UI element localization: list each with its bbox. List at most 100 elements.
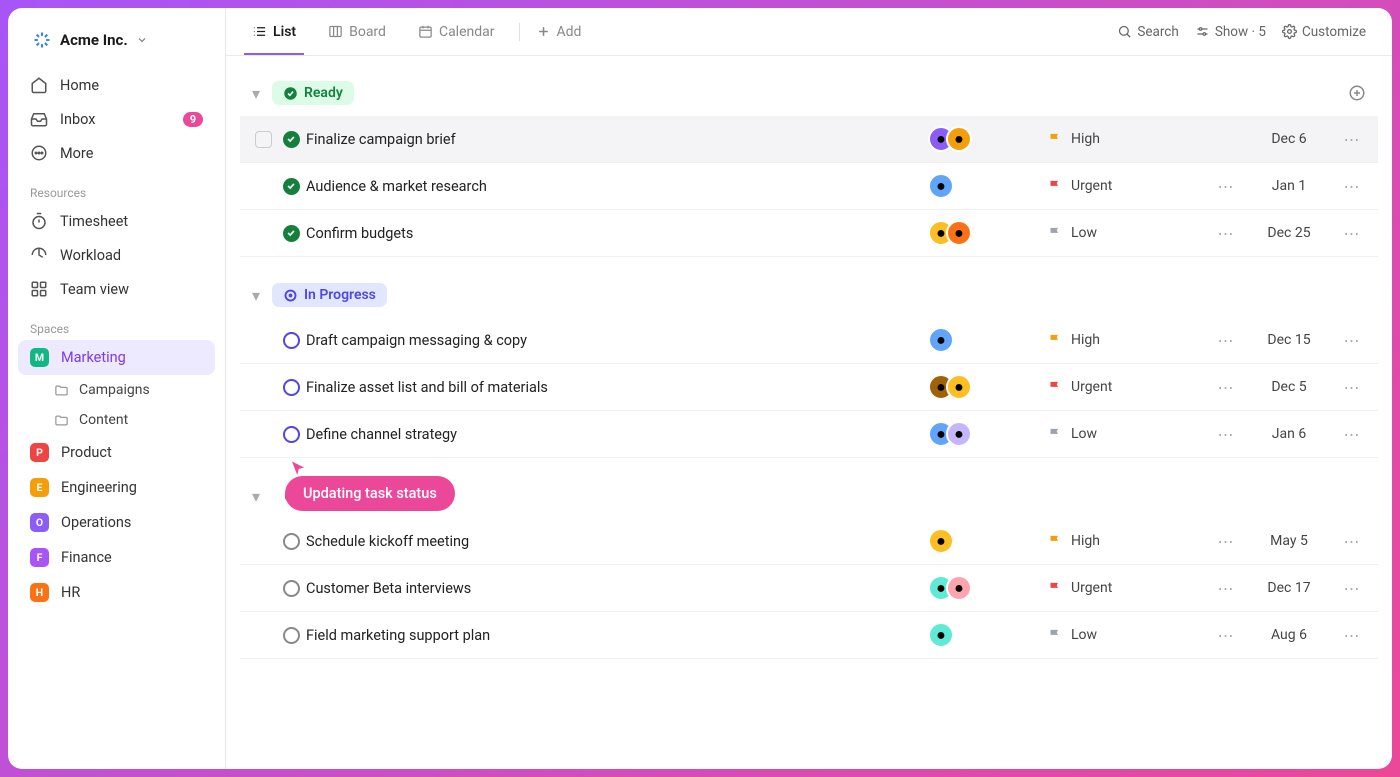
nav-timesheet[interactable]: Timesheet bbox=[18, 204, 215, 238]
priority-cell[interactable]: Urgent bbox=[1048, 379, 1208, 395]
space-finance[interactable]: FFinance bbox=[18, 540, 215, 575]
more-options[interactable]: ⋯ bbox=[1208, 331, 1244, 350]
assignees[interactable]: ●● bbox=[928, 126, 972, 152]
due-date[interactable]: May 5 bbox=[1244, 533, 1334, 549]
avatar[interactable]: ● bbox=[946, 421, 972, 447]
more-options[interactable]: ⋯ bbox=[1208, 224, 1244, 243]
status-todo-icon[interactable] bbox=[283, 533, 300, 550]
space-operations[interactable]: OOperations bbox=[18, 505, 215, 540]
status-todo-icon[interactable] bbox=[283, 627, 300, 644]
assignees[interactable]: ●● bbox=[928, 575, 972, 601]
space-marketing[interactable]: MMarketing bbox=[18, 340, 215, 375]
view-tab-board[interactable]: Board bbox=[320, 10, 394, 54]
status-progress-icon[interactable] bbox=[283, 426, 300, 443]
row-menu[interactable]: ⋯ bbox=[1334, 177, 1370, 196]
nav-teamview[interactable]: Team view bbox=[18, 272, 215, 306]
row-menu[interactable]: ⋯ bbox=[1334, 378, 1370, 397]
nav-more[interactable]: More bbox=[18, 136, 215, 170]
avatar[interactable]: ● bbox=[946, 374, 972, 400]
row-menu[interactable]: ⋯ bbox=[1334, 579, 1370, 598]
status-done-icon[interactable] bbox=[283, 225, 300, 242]
avatar[interactable]: ● bbox=[946, 575, 972, 601]
group-header[interactable]: ▾ In Progress bbox=[240, 277, 1378, 313]
row-menu[interactable]: ⋯ bbox=[1334, 331, 1370, 350]
more-options[interactable]: ⋯ bbox=[1208, 177, 1244, 196]
status-progress-icon[interactable] bbox=[283, 379, 300, 396]
view-tab-calendar[interactable]: Calendar bbox=[410, 10, 503, 54]
org-selector[interactable]: Acme Inc. bbox=[16, 22, 217, 58]
assignees[interactable]: ● bbox=[928, 528, 954, 554]
due-date[interactable]: Dec 17 bbox=[1244, 580, 1334, 596]
status-done-icon[interactable] bbox=[283, 178, 300, 195]
add-task-icon[interactable] bbox=[1344, 80, 1370, 106]
space-sub-campaigns[interactable]: Campaigns bbox=[18, 375, 215, 405]
space-hr[interactable]: HHR bbox=[18, 575, 215, 610]
space-engineering[interactable]: EEngineering bbox=[18, 470, 215, 505]
row-menu[interactable]: ⋯ bbox=[1334, 130, 1370, 149]
caret-down-icon[interactable]: ▾ bbox=[248, 487, 264, 506]
task-row[interactable]: Field marketing support plan ● Low ⋯ Aug… bbox=[240, 612, 1378, 659]
due-date[interactable]: Jan 1 bbox=[1244, 178, 1334, 194]
topbar-customize[interactable]: Customize bbox=[1274, 18, 1374, 46]
task-row[interactable]: Schedule kickoff meeting ● High ⋯ May 5 … bbox=[240, 518, 1378, 565]
due-date[interactable]: Jan 6 bbox=[1244, 426, 1334, 442]
row-menu[interactable]: ⋯ bbox=[1334, 626, 1370, 645]
view-tab-list[interactable]: List bbox=[244, 10, 304, 54]
task-row[interactable]: Confirm budgets ●● Low ⋯ Dec 25 ⋯ bbox=[240, 210, 1378, 257]
topbar-show[interactable]: Show · 5 bbox=[1187, 18, 1274, 46]
space-product[interactable]: PProduct bbox=[18, 435, 215, 470]
row-menu[interactable]: ⋯ bbox=[1334, 224, 1370, 243]
status-todo-icon[interactable] bbox=[283, 580, 300, 597]
task-row[interactable]: Define channel strategy ●● Low ⋯ Jan 6 ⋯ bbox=[240, 411, 1378, 458]
status-progress-icon[interactable] bbox=[283, 332, 300, 349]
more-options[interactable]: ⋯ bbox=[1208, 378, 1244, 397]
priority-cell[interactable]: High bbox=[1048, 332, 1208, 348]
task-row[interactable]: Audience & market research ● Urgent ⋯ Ja… bbox=[240, 163, 1378, 210]
avatar[interactable]: ● bbox=[946, 126, 972, 152]
caret-down-icon[interactable]: ▾ bbox=[248, 84, 264, 103]
caret-down-icon[interactable]: ▾ bbox=[248, 286, 264, 305]
view-tab-add[interactable]: Add bbox=[528, 10, 590, 54]
priority-cell[interactable]: Low bbox=[1048, 627, 1208, 643]
due-date[interactable]: Dec 6 bbox=[1244, 131, 1334, 147]
group-status-chip[interactable]: In Progress bbox=[272, 283, 387, 307]
assignees[interactable]: ● bbox=[928, 622, 954, 648]
priority-cell[interactable]: Low bbox=[1048, 426, 1208, 442]
due-date[interactable]: Aug 6 bbox=[1244, 627, 1334, 643]
priority-cell[interactable]: Low bbox=[1048, 225, 1208, 241]
task-row[interactable]: Finalize asset list and bill of material… bbox=[240, 364, 1378, 411]
more-options[interactable]: ⋯ bbox=[1208, 626, 1244, 645]
assignees[interactable]: ●● bbox=[928, 421, 972, 447]
priority-cell[interactable]: Urgent bbox=[1048, 580, 1208, 596]
more-options[interactable]: ⋯ bbox=[1208, 579, 1244, 598]
more-options[interactable]: ⋯ bbox=[1208, 425, 1244, 444]
nav-home[interactable]: Home bbox=[18, 68, 215, 102]
due-date[interactable]: Dec 15 bbox=[1244, 332, 1334, 348]
avatar[interactable]: ● bbox=[928, 528, 954, 554]
avatar[interactable]: ● bbox=[928, 622, 954, 648]
assignees[interactable]: ● bbox=[928, 173, 954, 199]
group-header[interactable]: ▾ Ready bbox=[240, 74, 1378, 112]
nav-inbox[interactable]: Inbox 9 bbox=[18, 102, 215, 136]
priority-cell[interactable]: Urgent bbox=[1048, 178, 1208, 194]
avatar[interactable]: ● bbox=[928, 173, 954, 199]
priority-cell[interactable]: High bbox=[1048, 533, 1208, 549]
row-menu[interactable]: ⋯ bbox=[1334, 425, 1370, 444]
topbar-search[interactable]: Search bbox=[1109, 18, 1186, 46]
task-row[interactable]: Customer Beta interviews ●● Urgent ⋯ Dec… bbox=[240, 565, 1378, 612]
nav-workload[interactable]: Workload bbox=[18, 238, 215, 272]
group-status-chip[interactable]: Ready bbox=[272, 81, 354, 105]
due-date[interactable]: Dec 5 bbox=[1244, 379, 1334, 395]
due-date[interactable]: Dec 25 bbox=[1244, 225, 1334, 241]
checkbox[interactable] bbox=[255, 131, 272, 148]
more-options[interactable]: ⋯ bbox=[1208, 532, 1244, 551]
row-menu[interactable]: ⋯ bbox=[1334, 532, 1370, 551]
assignees[interactable]: ●● bbox=[928, 374, 972, 400]
status-done-icon[interactable] bbox=[283, 131, 300, 148]
assignees[interactable]: ●● bbox=[928, 220, 972, 246]
task-row[interactable]: Finalize campaign brief ●● High Dec 6 ⋯ bbox=[240, 116, 1378, 163]
assignees[interactable]: ● bbox=[928, 327, 954, 353]
space-sub-content[interactable]: Content bbox=[18, 405, 215, 435]
avatar[interactable]: ● bbox=[946, 220, 972, 246]
avatar[interactable]: ● bbox=[928, 327, 954, 353]
